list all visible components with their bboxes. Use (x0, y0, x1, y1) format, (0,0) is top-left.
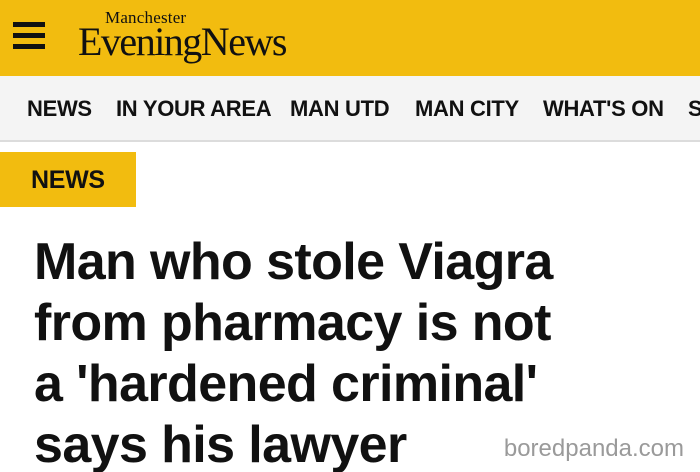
menu-bar-bottom (13, 44, 45, 49)
watermark: boredpanda.com (501, 435, 686, 463)
menu-bar-top (13, 22, 45, 27)
nav-item-in-your-area[interactable]: IN YOUR AREA (116, 97, 272, 121)
site-logo[interactable]: Manchester EveningNews (78, 7, 318, 67)
menu-bar-middle (13, 33, 45, 38)
hamburger-menu-icon[interactable] (13, 22, 45, 50)
nav-item-man-utd[interactable]: MAN UTD (290, 97, 390, 121)
nav-item-news[interactable]: NEWS (27, 97, 92, 121)
nav-item-more[interactable]: S (688, 97, 700, 121)
site-header: Manchester EveningNews (0, 0, 700, 76)
section-tag-label: NEWS (31, 166, 105, 194)
headline-line: from pharmacy is not (34, 294, 551, 352)
headline-line: a 'hardened criminal' (34, 355, 538, 413)
logo-big-text: EveningNews (78, 19, 287, 64)
section-nav: NEWS IN YOUR AREA MAN UTD MAN CITY WHAT'… (0, 76, 700, 142)
page: Manchester EveningNews NEWS IN YOUR AREA… (0, 0, 700, 472)
nav-item-man-city[interactable]: MAN CITY (415, 97, 519, 121)
headline-line: Man who stole Viagra (34, 233, 553, 291)
section-tag[interactable]: NEWS (0, 152, 136, 207)
nav-item-whats-on[interactable]: WHAT'S ON (543, 97, 664, 121)
